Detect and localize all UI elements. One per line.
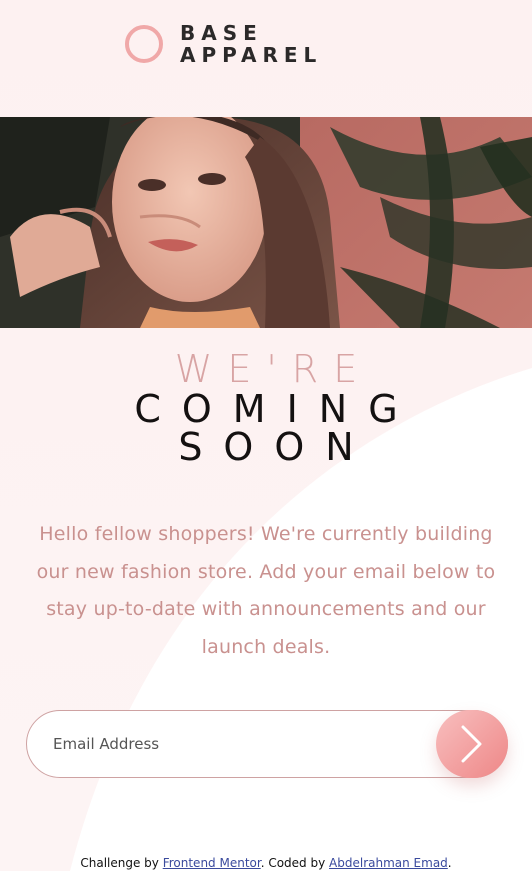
brand-name-line2: APPAREL (180, 43, 323, 67)
brand-name: BASE APPAREL (180, 22, 322, 66)
footer-prefix: Challenge by (80, 856, 163, 870)
brand-name-line1: BASE (180, 21, 263, 45)
hero-image (0, 117, 532, 328)
intro-paragraph: Hello fellow shoppers! We're currently b… (36, 523, 496, 658)
title-coming: COMING (134, 387, 419, 431)
footer-middle: . Coded by (260, 856, 330, 870)
title-were: WE'RE (174, 347, 373, 391)
site-footer: Challenge by Frontend Mentor. Coded by A… (0, 856, 532, 870)
submit-button[interactable] (436, 710, 508, 778)
frontend-mentor-link[interactable]: Frontend Mentor (163, 856, 261, 870)
logo-circle-icon (125, 25, 163, 63)
author-link[interactable]: Abdelrahman Emad (329, 856, 448, 870)
coming-soon-page: BASE APPAREL WE'RE COMING SOON Hello fel… (0, 0, 532, 871)
brand-logo[interactable]: BASE APPAREL (125, 22, 322, 66)
footer-suffix: . (447, 856, 452, 870)
email-signup-form (26, 710, 508, 778)
page-title: WE'RE COMING SOON (0, 348, 532, 466)
site-header: BASE APPAREL (0, 0, 532, 117)
title-soon: SOON (178, 425, 375, 469)
arrow-right-icon (461, 725, 482, 763)
hero-photo (0, 117, 532, 328)
